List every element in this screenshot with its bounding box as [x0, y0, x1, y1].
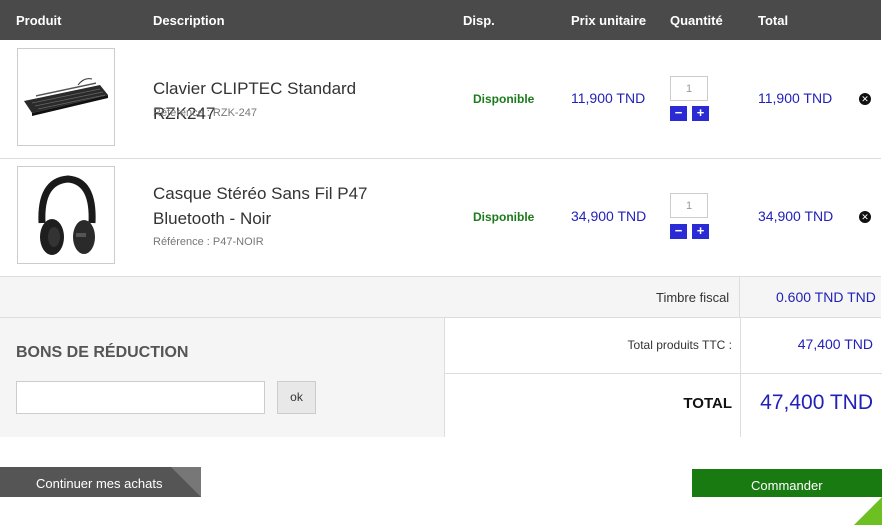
increase-quantity-button[interactable]: +: [692, 106, 709, 121]
remove-item-icon[interactable]: ✕: [859, 211, 871, 223]
fiscal-label: Timbre fiscal: [656, 290, 730, 305]
header-total: Total: [758, 13, 789, 28]
voucher-section: BONS DE RÉDUCTION ok: [0, 318, 444, 437]
products-total-value: 47,400 TND: [797, 336, 873, 352]
line-total: 11,900 TND: [758, 90, 833, 106]
divider: [739, 277, 740, 317]
cart-row: Casque Stéréo Sans Fil P47 Bluetooth - N…: [0, 159, 881, 277]
availability-badge: Disponible: [473, 92, 535, 106]
unit-price: 11,900 TND: [571, 90, 646, 106]
order-button[interactable]: Commander: [692, 469, 882, 525]
fiscal-stamp-row: Timbre fiscal 0.600 TND TND: [0, 277, 881, 318]
header-description: Description: [153, 13, 225, 28]
product-image[interactable]: [17, 166, 115, 264]
quantity-input[interactable]: 1: [670, 76, 708, 101]
product-image[interactable]: [17, 48, 115, 146]
keyboard-icon: [24, 78, 108, 116]
cart-row: Clavier CLIPTEC Standard RZK247 Référenc…: [0, 40, 881, 159]
products-total-label: Total produits TTC :: [627, 338, 732, 352]
header-quantity: Quantité: [670, 13, 723, 28]
increase-quantity-button[interactable]: +: [692, 224, 709, 239]
voucher-title: BONS DE RÉDUCTION: [16, 344, 189, 361]
header-availability: Disp.: [463, 13, 495, 28]
corner-decoration: [854, 469, 882, 525]
totals-section: Total produits TTC : 47,400 TND TOTAL 47…: [444, 318, 882, 437]
divider: [740, 318, 741, 437]
continue-shopping-label: Continuer mes achats: [36, 476, 163, 491]
header-unit-price: Prix unitaire: [571, 13, 647, 28]
product-name[interactable]: Casque Stéréo Sans Fil P47 Bluetooth - N…: [153, 181, 413, 231]
product-reference: Référence : P47-NOIR: [153, 236, 264, 248]
grand-total-value: 47,400 TND: [760, 391, 873, 414]
corner-decoration: [171, 467, 201, 497]
voucher-ok-button[interactable]: ok: [277, 381, 316, 414]
decrease-quantity-button[interactable]: −: [670, 224, 687, 239]
grand-total-label: TOTAL: [683, 395, 732, 412]
decrease-quantity-button[interactable]: −: [670, 106, 687, 121]
line-total: 34,900 TND: [758, 208, 834, 224]
divider: [445, 373, 882, 374]
header-product: Produit: [16, 13, 62, 28]
order-label: Commander: [751, 478, 823, 493]
remove-item-icon[interactable]: ✕: [859, 93, 871, 105]
fiscal-value: 0.600 TND TND: [776, 289, 876, 305]
unit-price: 34,900 TND: [571, 208, 647, 224]
quantity-input[interactable]: 1: [670, 193, 708, 218]
cart-table-header: Produit Description Disp. Prix unitaire …: [0, 0, 881, 40]
headphones-icon: [38, 175, 96, 255]
voucher-code-input[interactable]: [16, 381, 265, 414]
availability-badge: Disponible: [473, 210, 535, 224]
product-reference: Référence : RZK-247: [153, 107, 257, 119]
continue-shopping-button[interactable]: Continuer mes achats: [0, 467, 201, 497]
